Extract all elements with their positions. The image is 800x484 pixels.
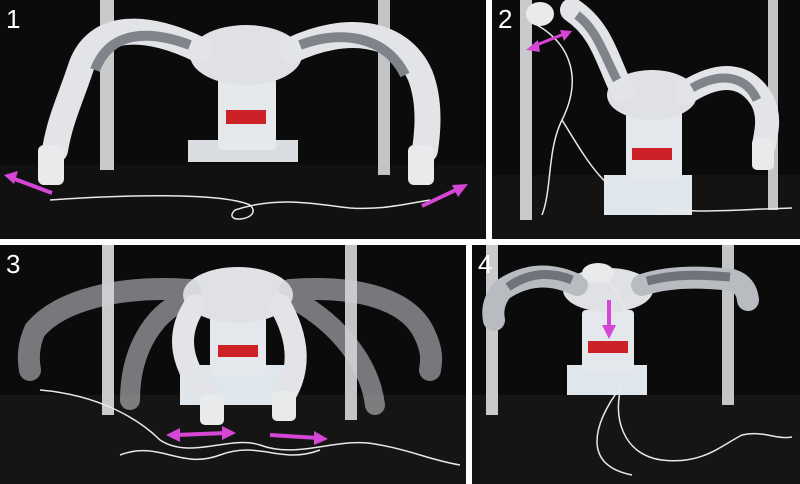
abb-label (218, 345, 258, 357)
panel-4-number: 4 (478, 249, 493, 279)
frame-post-left (520, 0, 532, 220)
robot-torso (626, 110, 682, 180)
robot-base (604, 175, 692, 215)
frame-post-left (102, 245, 114, 415)
panel-1: 1 (0, 0, 486, 239)
panel-1-photo (0, 0, 486, 239)
panel-4: 4 (472, 245, 800, 484)
panel-2-number: 2 (498, 4, 513, 34)
gripper-right (408, 145, 434, 185)
panel-3-photo (0, 245, 466, 484)
gripper-right (272, 391, 296, 421)
abb-label (588, 341, 628, 353)
gripper-top (582, 263, 614, 283)
panel-3: 3 (0, 245, 466, 484)
panel-3-number: 3 (6, 249, 21, 279)
gripper-right (752, 138, 774, 170)
abb-label (632, 148, 672, 160)
panel-1-number: 1 (6, 4, 21, 34)
gripper-left (200, 395, 224, 425)
gripper-left (526, 2, 554, 26)
panel-2: 2 (492, 0, 800, 239)
abb-label (226, 110, 266, 124)
gripper-left (38, 145, 64, 185)
panel-4-photo (472, 245, 800, 484)
panel-2-photo (492, 0, 800, 239)
